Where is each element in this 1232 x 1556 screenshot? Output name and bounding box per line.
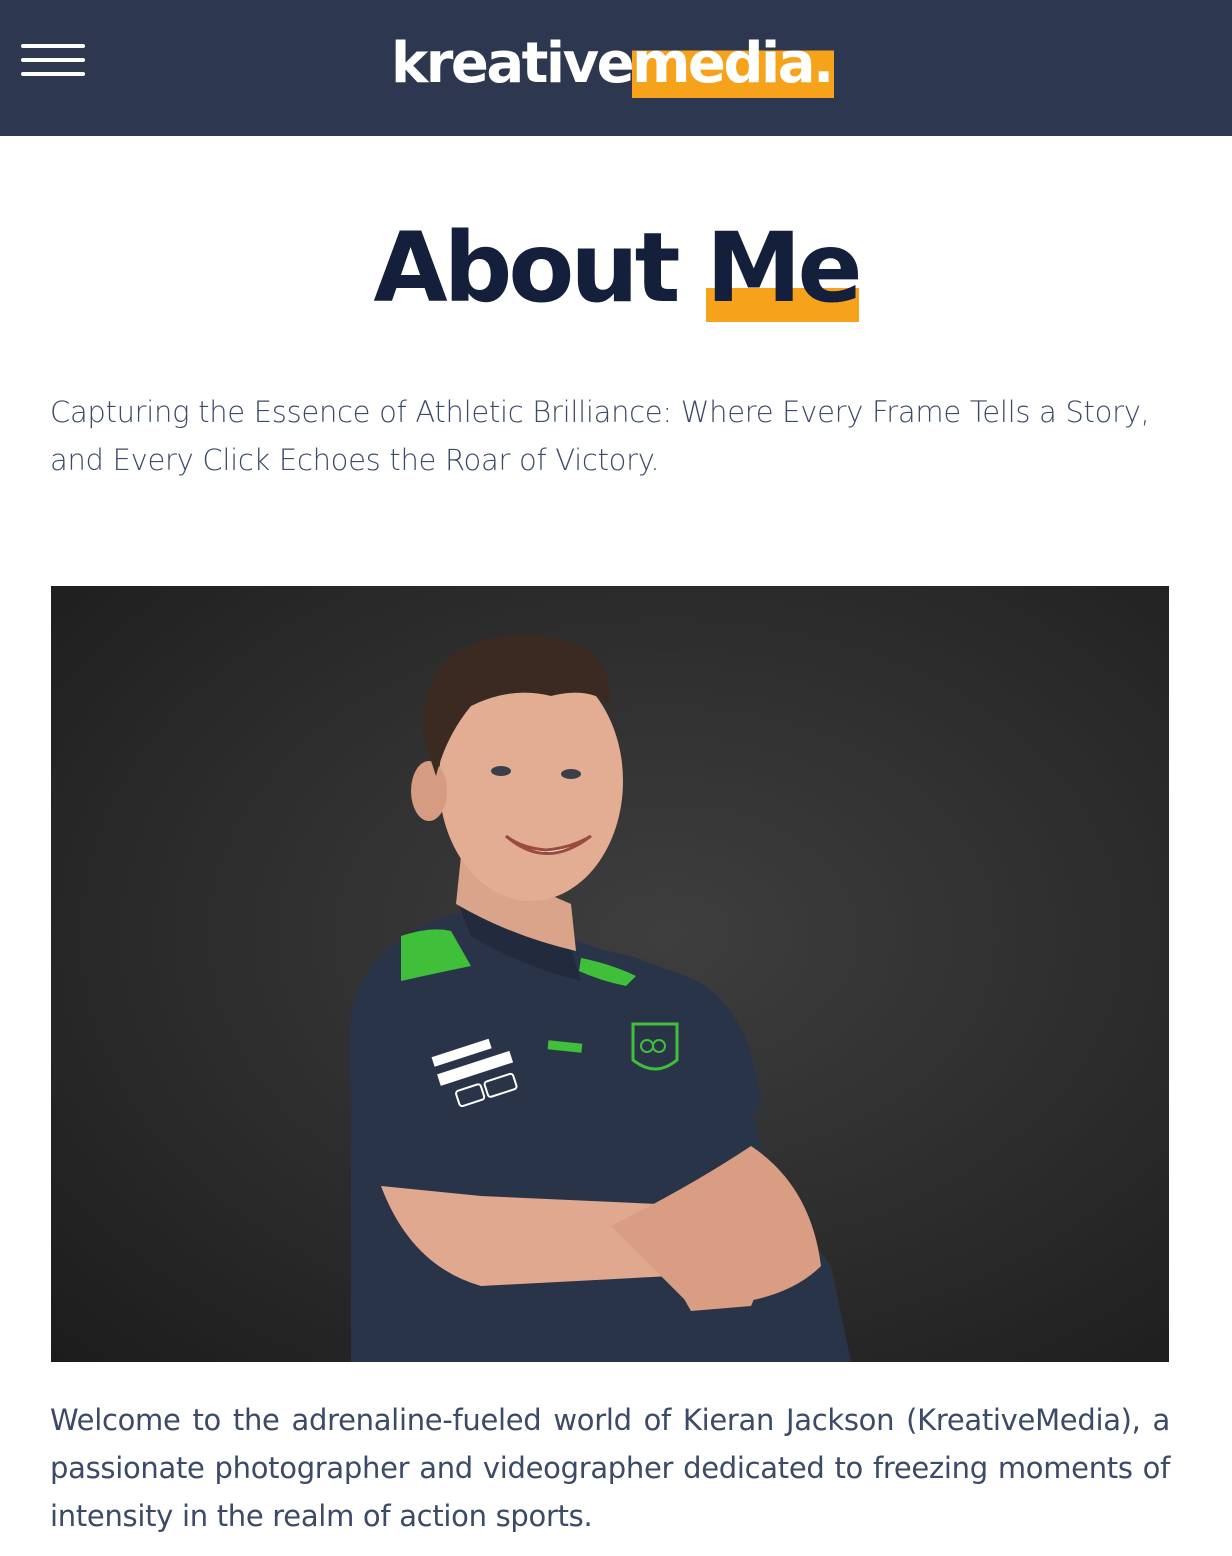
left-eye [491, 766, 511, 776]
logo-accent-text: media. [632, 30, 834, 98]
site-header: kreativemedia. [0, 0, 1232, 136]
site-logo[interactable]: kreativemedia. [391, 28, 834, 100]
page-tagline: Capturing the Essence of Athletic Brilli… [50, 395, 1150, 477]
profile-photo [51, 586, 1169, 1362]
page-title-main: About [373, 212, 706, 324]
hamburger-menu-icon[interactable] [21, 42, 85, 78]
page-title-highlight: Me [705, 212, 863, 324]
sleeve-left [349, 1016, 471, 1186]
right-eye [561, 769, 581, 779]
profile-photo-illustration [349, 634, 851, 1362]
page-title: About Me [0, 212, 1232, 324]
ear [411, 761, 447, 821]
intro-paragraph: Welcome to the adrenaline-fueled world o… [50, 1403, 1170, 1533]
logo-primary-text: kreative [391, 31, 635, 96]
